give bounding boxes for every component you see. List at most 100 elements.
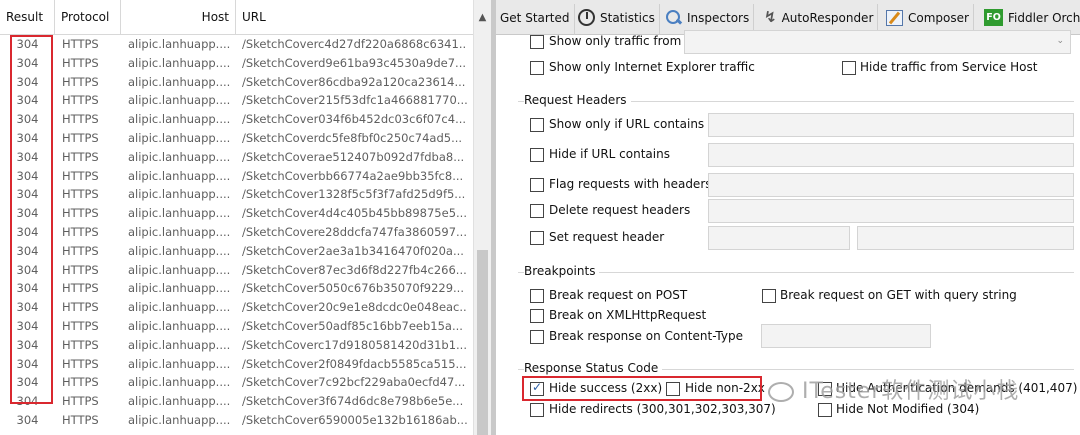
cell-protocol: HTTPS <box>62 206 99 221</box>
sessions-list: Result Protocol Host URL 304 HTTPS alipic.… <box>0 0 491 435</box>
sessions-header: Result Protocol Host URL <box>0 0 473 35</box>
cell-url: /SketchCover3f674d6dc8e798b6e5e... <box>242 394 464 409</box>
set-request-header-checkbox[interactable] <box>530 231 544 245</box>
table-row[interactable]: 304 HTTPS alipic.lanhuapp.... /SketchCoverd… <box>0 129 473 148</box>
table-row[interactable]: 304 HTTPS alipic.lanhuapp.... /SketchCover4… <box>0 204 473 223</box>
show-only-traffic-from-checkbox[interactable] <box>530 35 544 49</box>
cell-result: 304 <box>16 74 39 89</box>
hide-if-url-contains-label: Hide if URL contains <box>549 147 670 161</box>
cell-protocol: HTTPS <box>62 281 99 296</box>
table-row[interactable]: 304 HTTPS alipic.lanhuapp.... /SketchCoverc… <box>0 35 473 54</box>
cell-host: alipic.lanhuapp.... <box>128 262 231 277</box>
sessions-scrollbar[interactable]: ▲ <box>473 0 491 435</box>
cell-url: /SketchCover2ae3a1b3416470f020a... <box>242 243 464 258</box>
hide-redirects-checkbox[interactable] <box>530 403 544 417</box>
cell-host: alipic.lanhuapp.... <box>128 112 231 127</box>
cell-host: alipic.lanhuapp.... <box>128 394 231 409</box>
cell-result: 304 <box>16 37 39 51</box>
breakpoints-title: Breakpoints <box>524 264 600 278</box>
table-row[interactable]: 304 HTTPS alipic.lanhuapp.... /SketchCoverc… <box>0 336 473 355</box>
cell-url: /SketchCover6590005e132b16186ab... <box>242 412 467 427</box>
cell-protocol: HTTPS <box>62 300 99 315</box>
cell-protocol: HTTPS <box>62 93 99 108</box>
tab-label: Get Started <box>500 11 570 25</box>
filters-content: Show only traffic from ⌄ Show only Inter… <box>496 30 1080 435</box>
cell-host: alipic.lanhuapp.... <box>128 206 231 221</box>
table-row[interactable]: 304 HTTPS alipic.lanhuapp.... /SketchCover5… <box>0 317 473 336</box>
show-if-url-contains-checkbox[interactable] <box>530 118 544 132</box>
break-xhr-checkbox[interactable] <box>530 309 544 323</box>
cell-protocol: HTTPS <box>62 243 99 258</box>
table-row[interactable]: 304 HTTPS alipic.lanhuapp.... /SketchCover2… <box>0 91 473 110</box>
table-row[interactable]: 304 HTTPS alipic.lanhuapp.... /SketchCover8… <box>0 73 473 92</box>
table-row[interactable]: 304 HTTPS alipic.lanhuapp.... /SketchCover3… <box>0 392 473 411</box>
table-row[interactable]: 304 HTTPS alipic.lanhuapp.... /SketchCoverb… <box>0 167 473 186</box>
set-request-header-value-input[interactable] <box>857 226 1074 250</box>
table-row[interactable]: 304 HTTPS alipic.lanhuapp.... /SketchCover7… <box>0 373 473 392</box>
break-request-post-checkbox[interactable] <box>530 289 544 303</box>
cell-host: alipic.lanhuapp.... <box>128 37 231 51</box>
flag-requests-headers-label: Flag requests with headers <box>549 177 712 191</box>
show-if-url-contains-input[interactable] <box>708 113 1074 137</box>
cell-protocol: HTTPS <box>62 356 99 371</box>
cell-host: alipic.lanhuapp.... <box>128 149 231 164</box>
hide-not-modified-checkbox[interactable] <box>818 403 832 417</box>
column-header-protocol[interactable]: Protocol <box>55 0 121 35</box>
cell-protocol: HTTPS <box>62 149 99 164</box>
table-row[interactable]: 304 HTTPS alipic.lanhuapp.... /SketchCover1… <box>0 185 473 204</box>
cell-result: 304 <box>16 243 39 258</box>
cell-result: 304 <box>16 394 39 409</box>
cell-url: /SketchCover034f6b452dc03c6f07c4... <box>242 112 467 127</box>
table-row[interactable]: 304 HTTPS alipic.lanhuapp.... /SketchCoverd… <box>0 54 473 73</box>
break-response-content-type-label: Break response on Content-Type <box>549 329 743 343</box>
break-content-type-input[interactable] <box>761 324 931 348</box>
cell-url: /SketchCover2f0849fdacb5585ca515... <box>242 356 467 371</box>
table-row[interactable]: 304 HTTPS alipic.lanhuapp.... /SketchCover2… <box>0 242 473 261</box>
traffic-from-dropdown[interactable]: ⌄ <box>684 30 1071 54</box>
table-row[interactable]: 304 HTTPS alipic.lanhuapp.... /SketchCovere… <box>0 223 473 242</box>
hide-redirects-label: Hide redirects (300,301,302,303,307) <box>549 402 776 416</box>
cell-host: alipic.lanhuapp.... <box>128 300 231 315</box>
table-row[interactable]: 304 HTTPS alipic.lanhuapp.... /SketchCover5… <box>0 279 473 298</box>
break-response-content-type-checkbox[interactable] <box>530 330 544 344</box>
flag-requests-headers-checkbox[interactable] <box>530 178 544 192</box>
hide-if-url-contains-input[interactable] <box>708 143 1074 167</box>
delete-request-headers-input[interactable] <box>708 199 1074 223</box>
cell-protocol: HTTPS <box>62 262 99 277</box>
tab-label: Inspectors <box>687 11 750 25</box>
show-only-ie-traffic-checkbox[interactable] <box>530 61 544 75</box>
sessions-rows: 304 HTTPS alipic.lanhuapp.... /SketchCoverc… <box>0 35 473 430</box>
cell-protocol: HTTPS <box>62 318 99 333</box>
delete-request-headers-checkbox[interactable] <box>530 204 544 218</box>
table-row[interactable]: 304 HTTPS alipic.lanhuapp.... /SketchCover6… <box>0 411 473 430</box>
cell-result: 304 <box>16 375 39 390</box>
break-request-get-qs-checkbox[interactable] <box>762 289 776 303</box>
table-row[interactable]: 304 HTTPS alipic.lanhuapp.... /SketchCovera… <box>0 148 473 167</box>
show-only-ie-traffic-label: Show only Internet Explorer traffic <box>549 60 755 74</box>
table-row[interactable]: 304 HTTPS alipic.lanhuapp.... /SketchCover2… <box>0 355 473 374</box>
tab-statistics[interactable]: Statistics <box>574 4 660 35</box>
column-header-host[interactable]: Host <box>121 0 236 35</box>
cell-url: /SketchCoverbb66774a2ae9bb35fc8... <box>242 168 464 183</box>
set-request-header-label: Set request header <box>549 230 665 244</box>
hide-if-url-contains-checkbox[interactable] <box>530 148 544 162</box>
cell-host: alipic.lanhuapp.... <box>128 337 231 352</box>
cell-protocol: HTTPS <box>62 74 99 89</box>
set-request-header-name-input[interactable] <box>708 226 850 250</box>
hide-service-host-label: Hide traffic from Service Host <box>860 60 1038 74</box>
tab-get-started[interactable]: Get Started <box>496 4 575 35</box>
tab-label: AutoResponder <box>781 11 874 25</box>
scrollbar-thumb[interactable] <box>477 250 488 435</box>
flag-requests-headers-input[interactable] <box>708 173 1074 197</box>
break-request-post-label: Break request on POST <box>549 288 688 302</box>
tab-label: Statistics <box>600 11 655 25</box>
scroll-up-icon[interactable]: ▲ <box>474 0 491 35</box>
column-header-url[interactable]: URL <box>236 0 473 35</box>
table-row[interactable]: 304 HTTPS alipic.lanhuapp.... /SketchCover8… <box>0 261 473 280</box>
table-row[interactable]: 304 HTTPS alipic.lanhuapp.... /SketchCover2… <box>0 298 473 317</box>
table-row[interactable]: 304 HTTPS alipic.lanhuapp.... /SketchCover0… <box>0 110 473 129</box>
divider <box>518 272 1074 273</box>
hide-service-host-checkbox[interactable] <box>842 61 856 75</box>
column-header-result[interactable]: Result <box>0 0 55 35</box>
cell-url: /SketchCoverae512407b092d7fdba8... <box>242 149 465 164</box>
